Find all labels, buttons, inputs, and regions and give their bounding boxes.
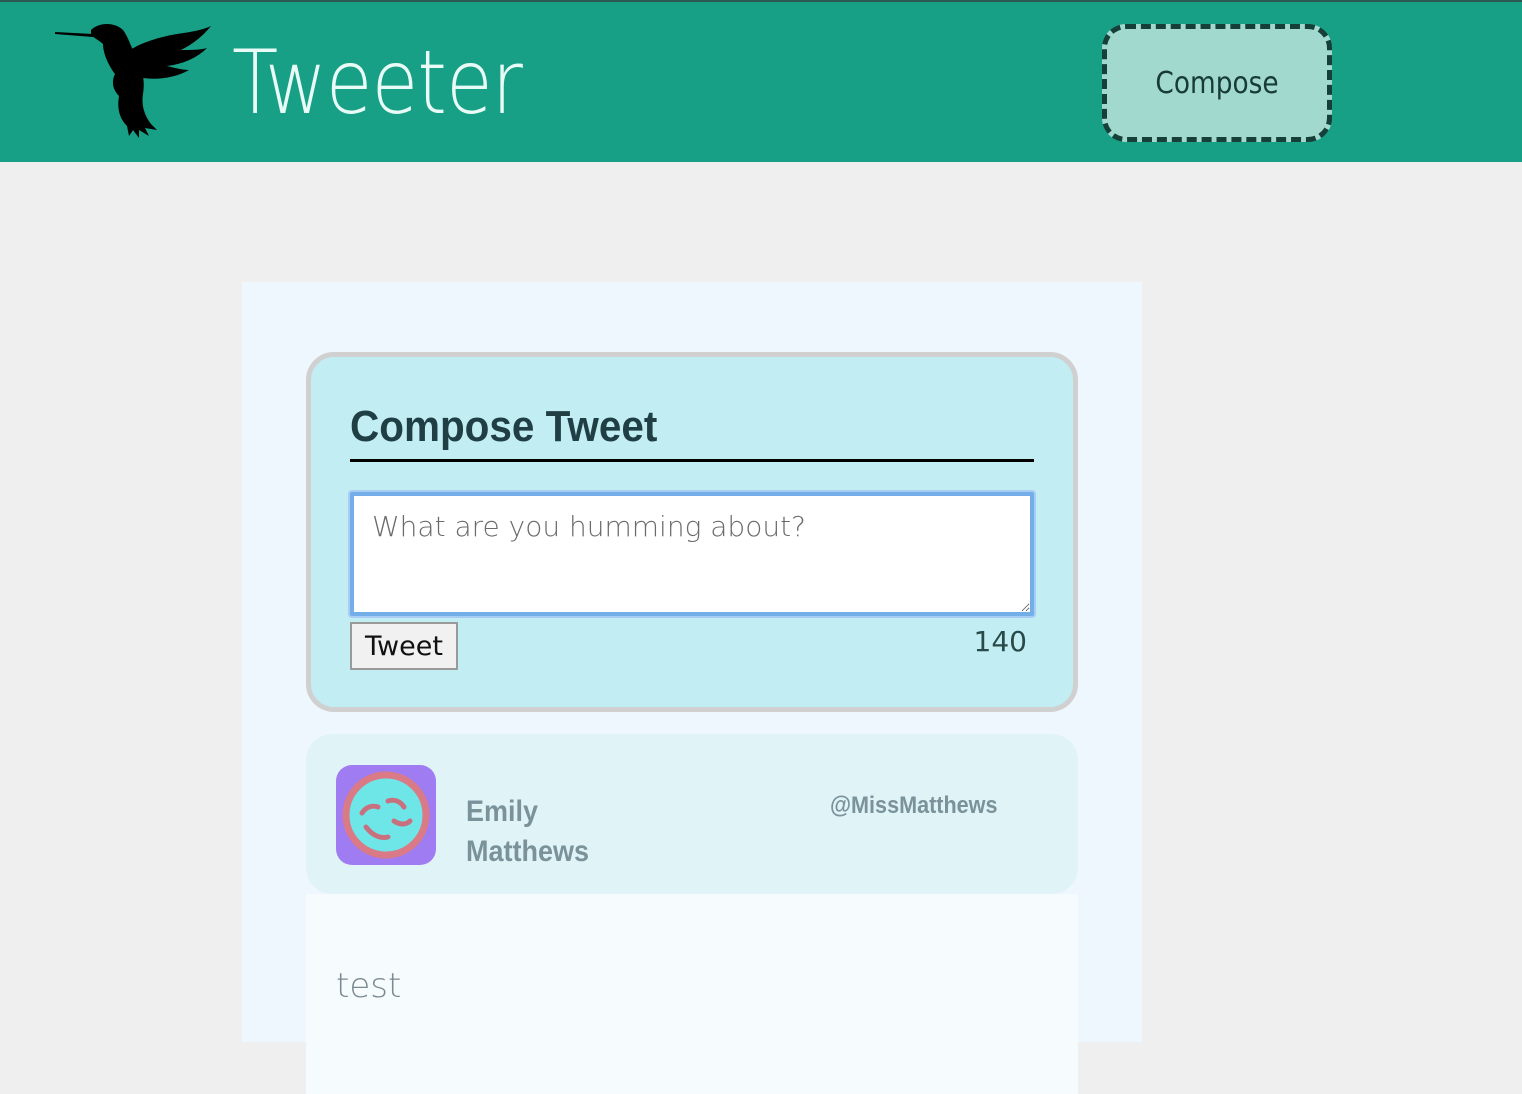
compose-title-text: Compose Tweet (350, 402, 658, 451)
compose-toggle-button[interactable]: Compose (1102, 24, 1332, 142)
tweet-submit-button[interactable]: Tweet (350, 622, 458, 670)
tweet-body: test (306, 894, 1078, 1094)
compose-toggle-label: Compose (1155, 65, 1279, 101)
hummingbird-icon (52, 20, 214, 140)
tweet-textarea[interactable] (350, 492, 1034, 616)
tweet-card: Emily Matthews @MissMatthews test (306, 734, 1078, 1094)
author-last-name: Matthews (466, 835, 590, 868)
tweet-author-handle: @MissMatthews (830, 792, 998, 819)
character-counter: 140 (973, 625, 1027, 658)
compose-title: Compose Tweet (350, 397, 1034, 462)
author-first-name: Emily (466, 795, 539, 828)
compose-tweet-form: Compose Tweet Tweet 140 (306, 352, 1078, 712)
top-navigation-bar: Tweeter Compose (0, 0, 1522, 162)
tweet-text: test (336, 966, 402, 1006)
tweet-header: Emily Matthews @MissMatthews (306, 734, 1078, 894)
main-container: Compose Tweet Tweet 140 Emily Matthews @… (242, 282, 1142, 1094)
smiley-face-icon (336, 765, 436, 865)
tweet-author-name: Emily Matthews (466, 792, 646, 872)
brand-title: Tweeter (232, 31, 523, 134)
